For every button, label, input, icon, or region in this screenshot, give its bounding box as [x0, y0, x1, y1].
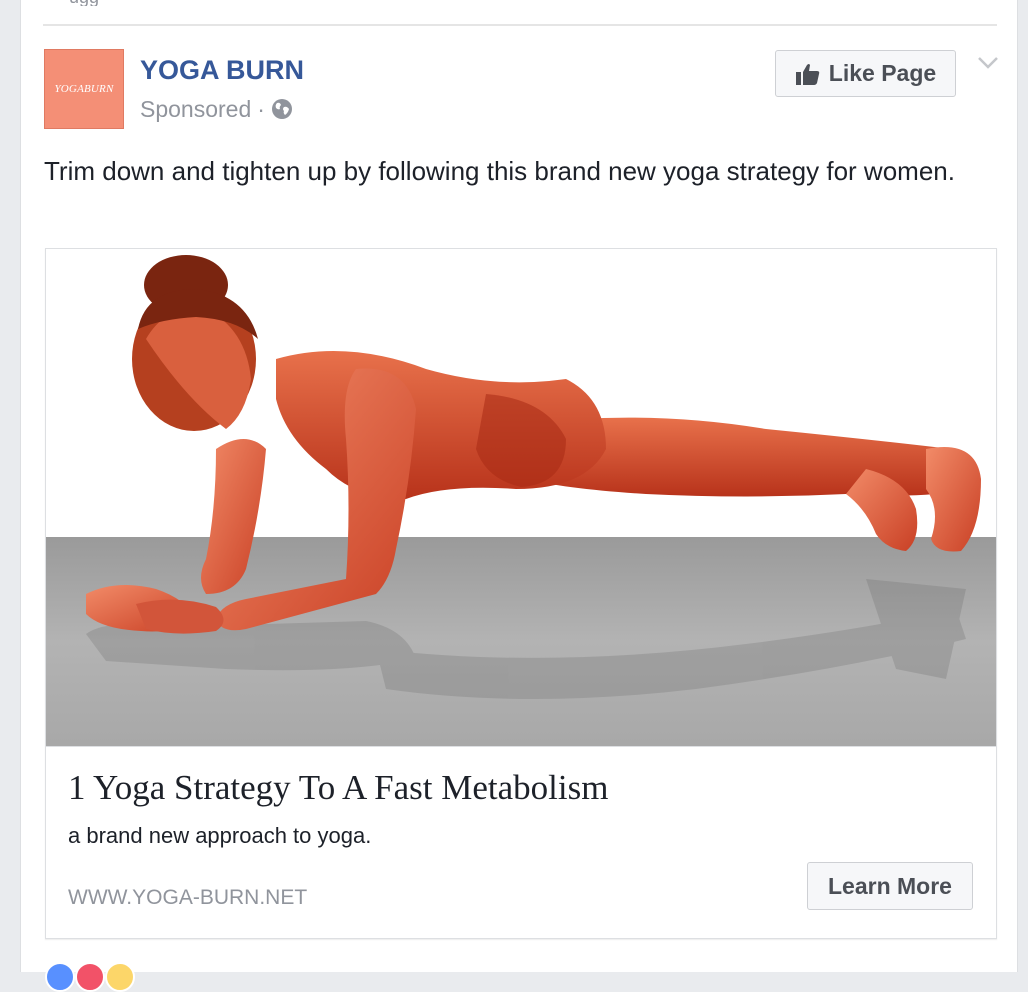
link-domain: WWW.YOGA-BURN.NET: [68, 886, 308, 909]
chevron-down-icon[interactable]: [977, 56, 999, 70]
post-body-text: Trim down and tighten up by following th…: [44, 156, 955, 186]
previous-post-partial-text: ugg: [69, 0, 139, 6]
meta-separator: ·: [257, 96, 265, 122]
link-description: a brand new approach to yoga.: [68, 823, 372, 848]
link-preview-card[interactable]: 1 Yoga Strategy To A Fast Metabolism a b…: [45, 248, 997, 939]
sponsored-post-card: ugg YOGABURN YOGA BURN Sponsored · Like …: [20, 0, 1018, 992]
page-avatar[interactable]: YOGABURN: [44, 49, 124, 129]
page-name-link[interactable]: YOGA BURN: [140, 54, 304, 86]
previous-post-remnant: ugg: [69, 0, 139, 6]
like-page-button[interactable]: Like Page: [775, 50, 956, 97]
like-page-label: Like Page: [828, 60, 937, 86]
link-preview-image[interactable]: [46, 249, 996, 747]
post-meta: Sponsored ·: [140, 95, 293, 123]
avatar-logo-text: YOGABURN: [54, 83, 114, 95]
post-divider: [43, 24, 997, 26]
love-reaction-icon: [75, 962, 105, 992]
like-reaction-icon: [45, 962, 75, 992]
plank-pose-illustration: [46, 255, 996, 746]
sponsored-label[interactable]: Sponsored: [140, 95, 251, 123]
learn-more-label: Learn More: [828, 872, 952, 899]
reaction-summary[interactable]: [45, 962, 145, 992]
learn-more-button[interactable]: Learn More: [807, 862, 973, 910]
globe-icon: [271, 99, 292, 119]
link-title[interactable]: 1 Yoga Strategy To A Fast Metabolism: [68, 767, 608, 809]
haha-reaction-icon: [105, 962, 135, 992]
thumbs-up-icon: [795, 63, 820, 85]
